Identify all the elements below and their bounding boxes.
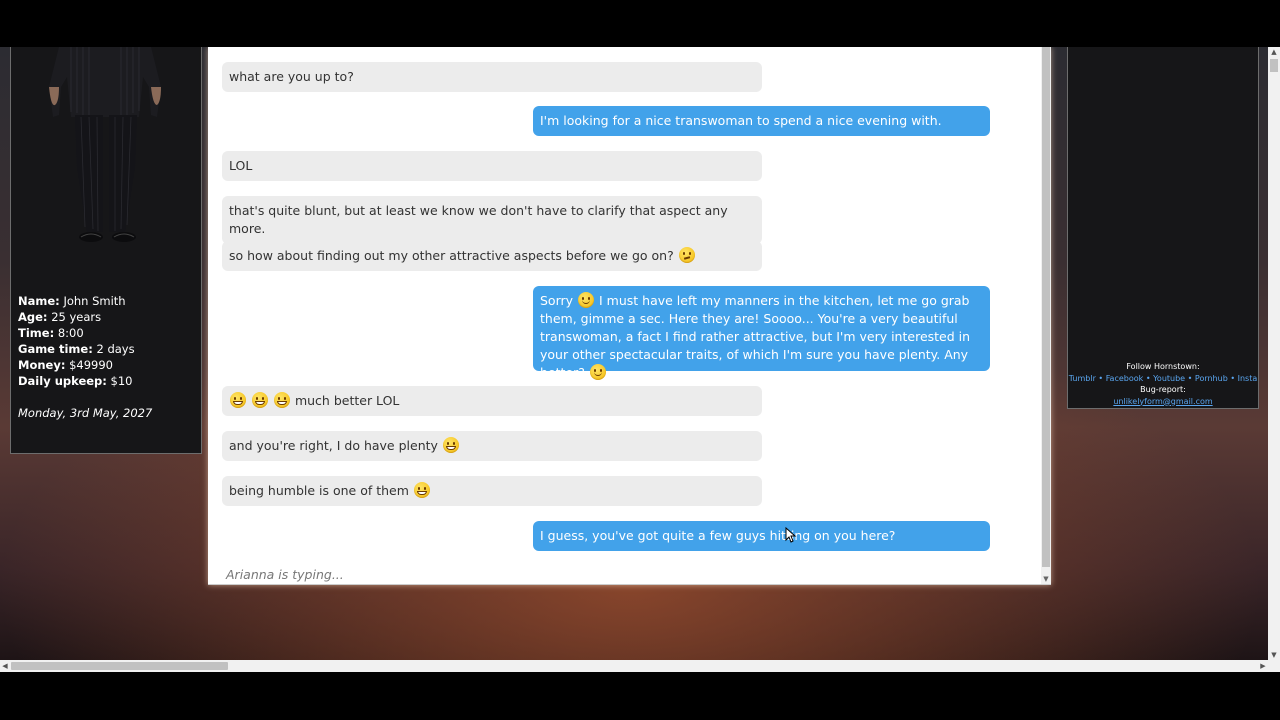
stat-time: Time: 8:00 bbox=[18, 325, 152, 341]
scroll-up-icon[interactable]: ▲ bbox=[1268, 47, 1280, 57]
scroll-left-icon[interactable]: ◀ bbox=[0, 660, 10, 672]
social-links: Tumblr • Facebook • Youtube • Pornhub • … bbox=[1068, 373, 1258, 385]
chat-message-incoming: and you're right, I do have plenty bbox=[222, 431, 762, 461]
page-vertical-scrollbar-thumb[interactable] bbox=[1270, 59, 1278, 72]
message-text: Sorry bbox=[540, 293, 574, 308]
chat-message-incoming: much better LOL bbox=[222, 386, 762, 416]
info-panel: Follow Hornstown: Tumblr • Facebook • Yo… bbox=[1067, 47, 1259, 409]
bug-report-label: Bug-report: bbox=[1140, 385, 1186, 394]
link-youtube[interactable]: Youtube bbox=[1153, 374, 1185, 383]
grinning-face-icon bbox=[442, 437, 459, 453]
page-horizontal-scrollbar[interactable]: ◀ ▶ bbox=[0, 660, 1268, 672]
message-text: I'm looking for a nice transwoman to spe… bbox=[540, 113, 942, 128]
grinning-face-icon bbox=[273, 392, 290, 408]
chat-message-incoming: LOL bbox=[222, 151, 762, 181]
message-text: that's quite blunt, but at least we know… bbox=[229, 203, 728, 236]
stat-label: Game time: bbox=[18, 342, 93, 356]
bug-report-email-link[interactable]: unlikelyform@gmail.com bbox=[1068, 396, 1258, 408]
message-text: so how about finding out my other attrac… bbox=[229, 248, 674, 263]
page-horizontal-scrollbar-thumb[interactable] bbox=[11, 662, 228, 670]
chat-scroll-down-icon[interactable]: ▼ bbox=[1042, 574, 1050, 584]
link-separator: • bbox=[1098, 373, 1104, 383]
chat-message-incoming: that's quite blunt, but at least we know… bbox=[222, 196, 762, 244]
message-text: LOL bbox=[229, 158, 253, 173]
chat-message-incoming: being humble is one of them bbox=[222, 476, 762, 506]
scroll-down-icon[interactable]: ▼ bbox=[1268, 650, 1280, 660]
follow-section: Follow Hornstown: Tumblr • Facebook • Yo… bbox=[1068, 361, 1258, 407]
chat-window[interactable]: what are you up to? I'm looking for a ni… bbox=[208, 47, 1051, 585]
scrollbar-corner bbox=[1268, 660, 1280, 672]
mouse-cursor-icon bbox=[785, 527, 797, 543]
link-separator: • bbox=[1230, 373, 1236, 383]
player-stats: Name: John Smith Age: 25 years Time: 8:0… bbox=[18, 293, 152, 421]
stat-money: Money: $49990 bbox=[18, 357, 152, 373]
stat-value: $10 bbox=[110, 374, 133, 388]
message-text: much better LOL bbox=[294, 393, 400, 408]
stat-label: Time: bbox=[18, 326, 55, 340]
grinning-face-icon bbox=[413, 482, 430, 498]
chat-message-outgoing: I'm looking for a nice transwoman to spe… bbox=[533, 106, 990, 136]
thinking-face-icon bbox=[678, 247, 695, 263]
chat-scrollbar-thumb[interactable] bbox=[1042, 47, 1050, 567]
stat-game-time: Game time: 2 days bbox=[18, 341, 152, 357]
stat-label: Age: bbox=[18, 310, 48, 324]
follow-heading: Follow Hornstown: bbox=[1126, 362, 1200, 371]
typing-indicator: Arianna is typing... bbox=[226, 567, 344, 582]
link-separator: • bbox=[1145, 373, 1151, 383]
stat-value: 25 years bbox=[51, 310, 102, 324]
character-portrait bbox=[49, 47, 161, 242]
page-vertical-scrollbar[interactable]: ▲ ▼ bbox=[1268, 47, 1280, 660]
chat-message-outgoing: Sorry I must have left my manners in the… bbox=[533, 286, 990, 380]
stat-upkeep: Daily upkeep: $10 bbox=[18, 373, 152, 389]
link-insta[interactable]: Insta bbox=[1238, 374, 1258, 383]
smiling-face-icon bbox=[578, 292, 595, 308]
game-date: Monday, 3rd May, 2027 bbox=[18, 406, 153, 420]
chat-message-incoming: so how about finding out my other attrac… bbox=[222, 241, 762, 271]
stat-value: 8:00 bbox=[57, 326, 84, 340]
stat-value: $49990 bbox=[69, 358, 113, 372]
stat-label: Name: bbox=[18, 294, 60, 308]
stat-name: Name: John Smith bbox=[18, 293, 152, 309]
smiling-face-icon bbox=[589, 364, 606, 380]
message-text: I guess, you've got quite a few guys hit… bbox=[540, 528, 896, 543]
link-pornhub[interactable]: Pornhub bbox=[1195, 374, 1228, 383]
link-tumblr[interactable]: Tumblr bbox=[1069, 374, 1096, 383]
scroll-right-icon[interactable]: ▶ bbox=[1258, 660, 1268, 672]
stat-value: John Smith bbox=[63, 294, 126, 308]
stat-label: Money: bbox=[18, 358, 66, 372]
link-separator: • bbox=[1187, 373, 1193, 383]
message-text: being humble is one of them bbox=[229, 483, 409, 498]
stat-age: Age: 25 years bbox=[18, 309, 152, 325]
message-text: and you're right, I do have plenty bbox=[229, 438, 438, 453]
stat-label: Daily upkeep: bbox=[18, 374, 107, 388]
chat-message-incoming: what are you up to? bbox=[222, 62, 762, 92]
link-facebook[interactable]: Facebook bbox=[1106, 374, 1144, 383]
grinning-face-icon bbox=[251, 392, 268, 408]
character-panel: Name: John Smith Age: 25 years Time: 8:0… bbox=[10, 47, 202, 454]
message-text: what are you up to? bbox=[229, 69, 354, 84]
chat-message-outgoing: I guess, you've got quite a few guys hit… bbox=[533, 521, 990, 551]
game-viewport: Name: John Smith Age: 25 years Time: 8:0… bbox=[0, 47, 1280, 660]
grinning-face-icon bbox=[230, 392, 246, 408]
chat-scrollbar[interactable]: ▼ bbox=[1041, 47, 1051, 584]
stat-value: 2 days bbox=[96, 342, 135, 356]
